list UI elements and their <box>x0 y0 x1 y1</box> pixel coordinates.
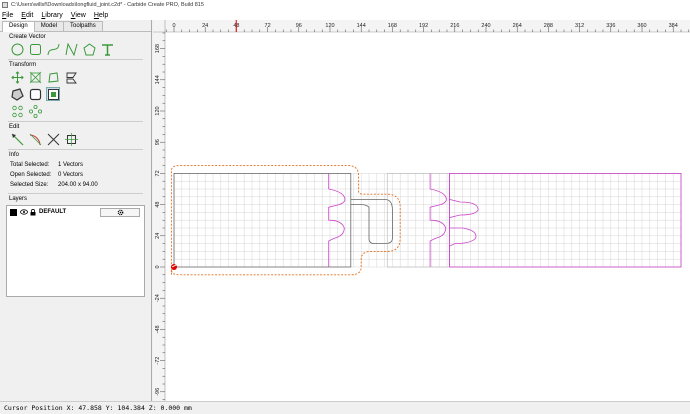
layer-settings-button[interactable] <box>100 207 140 217</box>
ruler-x-label: 264 <box>513 23 522 29</box>
menu-file[interactable]: File <box>2 12 13 19</box>
window-title: C:\Users\willsf\Downloads\longfluid_join… <box>11 2 204 8</box>
ruler-y-label: 0 <box>155 265 161 268</box>
node-edit-icon[interactable] <box>10 132 24 146</box>
tab-toolpaths[interactable]: Toolpaths <box>63 21 103 31</box>
menu-help[interactable]: Help <box>94 12 108 19</box>
ruler-y-label: 144 <box>155 75 161 84</box>
ruler-y-label: 24 <box>155 233 161 239</box>
curve-icon[interactable] <box>46 42 60 56</box>
array-circle-icon[interactable] <box>10 104 24 118</box>
ruler-x-label: 96 <box>296 23 302 29</box>
total-selected-value: 1 Vectors <box>58 162 84 168</box>
ruler-x-label: 24 <box>202 23 208 29</box>
ruler-x-label: 0 <box>172 23 175 29</box>
cursor-position: Cursor Position X: 47.858 Y: 104.384 Z: … <box>4 404 192 412</box>
edit-title: Edit <box>9 124 20 130</box>
transform-section: Transform <box>0 60 151 118</box>
boolean-icon[interactable] <box>46 87 60 101</box>
ruler-y-label: -48 <box>155 325 161 333</box>
trim-icon[interactable] <box>46 132 60 146</box>
ruler-x-label: 144 <box>357 23 366 29</box>
rectangle-icon[interactable] <box>28 42 42 56</box>
mode-tabs: Design Model Toolpaths <box>0 21 151 32</box>
transform-title: Transform <box>9 62 37 68</box>
ruler-x-label: 360 <box>637 23 646 29</box>
ruler-y-label: 168 <box>155 44 161 53</box>
circle-icon[interactable] <box>10 42 24 56</box>
ruler-y-label: -96 <box>155 388 161 396</box>
open-selected-value: 0 Vectors <box>58 172 84 178</box>
design-canvas[interactable]: 0244872961201441681922162402642883123363… <box>153 20 690 401</box>
ruler-y-label: 48 <box>155 202 161 208</box>
layers-section: Layers <box>0 194 151 202</box>
layer-color-swatch[interactable] <box>10 208 17 216</box>
gear-icon <box>117 209 123 215</box>
polyline-icon[interactable] <box>64 42 78 56</box>
menu-library[interactable]: Library <box>41 12 62 19</box>
ruler-x-label: 336 <box>606 23 615 29</box>
create-vector-title: Create Vector <box>9 34 46 40</box>
layer-name: DEFAULT <box>39 209 67 215</box>
title-bar: C:\Users\willsf\Downloads\longfluid_join… <box>0 0 690 10</box>
lock-icon[interactable] <box>30 208 36 216</box>
join-icon[interactable] <box>28 87 42 101</box>
ruler-y-label: 96 <box>155 139 161 145</box>
left-panel: Design Model Toolpaths Create Vector Tra… <box>0 20 152 401</box>
ruler-x-label: 120 <box>325 23 334 29</box>
menu-bar: File Edit Library View Help <box>0 10 690 20</box>
rotate-icon[interactable] <box>46 70 60 84</box>
ruler-y-label: -24 <box>155 294 161 302</box>
align-icon[interactable] <box>64 132 78 146</box>
status-bar: Cursor Position X: 47.858 Y: 104.384 Z: … <box>0 401 690 414</box>
fillet-icon[interactable] <box>28 132 42 146</box>
edit-section: Edit <box>0 122 151 146</box>
selected-size-value: 204.00 x 94.00 <box>58 182 98 188</box>
open-selected-label: Open Selected: <box>10 172 52 178</box>
text-icon[interactable] <box>100 42 114 56</box>
eye-icon[interactable] <box>20 209 28 215</box>
offset-icon[interactable] <box>10 87 24 101</box>
create-vector-section: Create Vector <box>0 32 151 56</box>
ruler-x-label: 192 <box>419 23 428 29</box>
ruler-x-label: 384 <box>669 23 678 29</box>
selected-size-label: Selected Size: <box>10 182 49 188</box>
polygon-icon[interactable] <box>82 42 96 56</box>
tab-model[interactable]: Model <box>33 21 65 31</box>
menu-view[interactable]: View <box>71 12 86 19</box>
layers-list: DEFAULT <box>6 205 145 297</box>
menu-edit[interactable]: Edit <box>21 12 33 19</box>
ruler-y-label: -72 <box>155 357 161 365</box>
ruler-x-label: 240 <box>481 23 490 29</box>
total-selected-label: Total Selected: <box>10 162 50 168</box>
app-icon <box>2 2 8 8</box>
ruler-x-label: 312 <box>575 23 584 29</box>
ruler-x-label: 216 <box>450 23 459 29</box>
info-section: Info Total Selected: 1 Vectors Open Selec… <box>0 150 151 190</box>
mirror-icon[interactable] <box>64 70 78 84</box>
move-icon[interactable] <box>10 70 24 84</box>
layers-title: Layers <box>9 196 28 202</box>
scale-icon[interactable] <box>28 70 42 84</box>
ruler-x-label: 288 <box>544 23 553 29</box>
layer-row[interactable]: DEFAULT <box>7 206 144 218</box>
array-grid-icon[interactable] <box>28 104 42 118</box>
info-title: Info <box>9 152 20 158</box>
ruler-y-label: 72 <box>155 170 161 176</box>
canvas-svg[interactable]: 0244872961201441681922162402642883123363… <box>153 20 690 401</box>
ruler-x-label: 168 <box>388 23 397 29</box>
ruler-y-label: 120 <box>155 106 161 115</box>
tab-design[interactable]: Design <box>2 21 35 32</box>
ruler-x-label: 72 <box>265 23 271 29</box>
